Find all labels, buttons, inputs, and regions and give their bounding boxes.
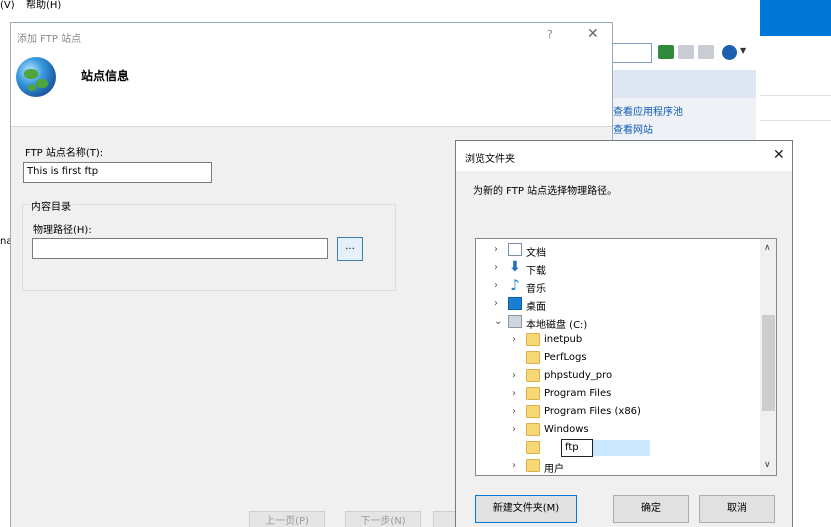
site-name-label: FTP 站点名称(T): [25, 148, 104, 159]
dialog-title: 浏览文件夹 [465, 154, 515, 165]
physical-path-label: 物理路径(H): [33, 225, 92, 236]
cancel-button[interactable]: 取消 [699, 495, 775, 523]
dialog-description: 为新的 FTP 站点选择物理路径。 [473, 186, 618, 197]
chevron-right-icon[interactable]: › [512, 460, 516, 471]
page-title: 站点信息 [81, 69, 130, 83]
chevron-down-icon[interactable]: ⌄ [494, 316, 502, 327]
tree-item[interactable]: › phpstudy_pro [476, 367, 761, 385]
folder-icon [526, 369, 540, 382]
save-icon[interactable] [678, 45, 694, 59]
folder-tree[interactable]: › 文档 › ⬇ 下载 › ♪ 音乐 › 桌面 ⌄ 本地磁盘 (C:) › inetpub PerfLogs… [475, 238, 777, 476]
divider [760, 120, 831, 121]
tree-item-label: PerfLogs [544, 352, 587, 363]
scroll-down-icon[interactable]: ∨ [764, 460, 771, 470]
tree-item-label: 下载 [526, 266, 546, 277]
background-left-fragment: na [0, 236, 13, 247]
ok-button[interactable]: 确定 [613, 495, 689, 523]
connect-icon[interactable] [658, 45, 674, 59]
tree-item-label: 音乐 [526, 284, 546, 295]
folder-icon [526, 441, 540, 454]
site-name-input[interactable]: This is first ftp [23, 162, 212, 183]
tree-item[interactable]: › inetpub [476, 331, 761, 349]
folder-icon [526, 405, 540, 418]
help-icon[interactable] [722, 45, 737, 60]
folder-icon [526, 423, 540, 436]
view-app-pools-link[interactable]: 查看应用程序池 [613, 103, 683, 118]
scroll-thumb[interactable] [762, 315, 775, 411]
chevron-right-icon[interactable]: › [512, 424, 516, 435]
tree-item[interactable]: › ♪ 音乐 [476, 276, 761, 296]
tree-item[interactable]: › Program Files (x86) [476, 403, 761, 421]
tree-item-label: 本地磁盘 (C:) [526, 320, 588, 331]
tree-item[interactable]: › 桌面 [476, 295, 761, 313]
finish-button-edge[interactable] [433, 511, 457, 527]
chevron-right-icon[interactable]: › [512, 334, 516, 345]
background-toolbar: ▼ [604, 40, 760, 66]
globe-icon [16, 57, 56, 97]
scroll-up-icon[interactable]: ∧ [764, 243, 771, 253]
folder-icon [526, 333, 540, 346]
background-window-accent [760, 0, 831, 36]
new-folder-name-input[interactable]: ftp [561, 439, 593, 457]
download-icon: ⬇ [509, 259, 521, 275]
tree-item[interactable]: › ⬇ 下载 [476, 259, 761, 277]
chevron-right-icon[interactable]: › [494, 244, 498, 255]
browse-folder-dialog: 浏览文件夹 ✕ 为新的 FTP 站点选择物理路径。 › 文档 › ⬇ 下载 › ♪ 音乐 › 桌面… [455, 140, 793, 527]
tree-item-label: 用户 [544, 464, 564, 475]
chevron-right-icon[interactable]: › [512, 406, 516, 417]
close-button[interactable]: ✕ [773, 147, 785, 163]
title-bar: 添加 FTP 站点 ? ✕ [11, 23, 612, 49]
folder-icon [526, 351, 540, 364]
help-button[interactable]: ? [547, 28, 553, 41]
title-bar: 浏览文件夹 ✕ [456, 141, 792, 171]
view-sites-link[interactable]: 查看网站 [613, 121, 653, 136]
divider [760, 95, 831, 96]
tree-item-label: Program Files (x86) [544, 406, 641, 417]
background-menubar: (V) 帮助(H) [0, 0, 760, 14]
tree-item-label: inetpub [544, 334, 583, 345]
actions-header [605, 70, 756, 98]
home-icon[interactable] [698, 45, 714, 59]
desktop-icon [508, 297, 522, 310]
tree-item[interactable]: › Windows [476, 421, 761, 439]
new-folder-button[interactable]: 新建文件夹(M) [475, 495, 577, 523]
close-button[interactable]: ✕ [587, 26, 599, 42]
selection-highlight [592, 440, 650, 456]
chevron-right-icon[interactable]: › [512, 370, 516, 381]
music-icon: ♪ [510, 276, 520, 294]
chevron-right-icon[interactable]: › [494, 280, 498, 291]
chevron-right-icon[interactable]: › [494, 262, 498, 273]
folder-icon [526, 459, 540, 472]
tree-item[interactable]: › 文档 [476, 241, 761, 259]
content-directory-label: 内容目录 [29, 198, 73, 213]
tree-item[interactable]: ⌄ 本地磁盘 (C:) [476, 313, 761, 331]
dropdown-arrow-icon[interactable]: ▼ [740, 46, 746, 55]
folder-icon [526, 387, 540, 400]
physical-path-input[interactable] [32, 238, 328, 259]
menu-view-fragment[interactable]: (V) [0, 0, 15, 12]
dialog-title: 添加 FTP 站点 [17, 34, 82, 45]
menu-help[interactable]: 帮助(H) [26, 0, 61, 12]
vertical-scrollbar[interactable]: ∧ ∨ [760, 239, 776, 475]
chevron-right-icon[interactable]: › [512, 388, 516, 399]
chevron-right-icon[interactable]: › [494, 298, 498, 309]
browse-button[interactable]: ... [337, 237, 363, 261]
tree-item-label: phpstudy_pro [544, 370, 613, 381]
tree-item-label: 文档 [526, 248, 546, 259]
tree-item[interactable]: PerfLogs [476, 349, 761, 367]
tree-item-label: 桌面 [526, 302, 546, 313]
wizard-header: 站点信息 [11, 49, 612, 127]
document-icon [508, 243, 522, 256]
previous-button[interactable]: 上一页(P) [249, 511, 325, 527]
tree-item-label: Windows [544, 424, 589, 435]
tree-item[interactable]: › 用户 [476, 457, 761, 475]
drive-icon [508, 315, 522, 328]
tree-item[interactable]: ftp [476, 439, 761, 457]
tree-item[interactable]: › Program Files [476, 385, 761, 403]
tree-item-label: Program Files [544, 388, 612, 399]
next-button[interactable]: 下一步(N) [345, 511, 421, 527]
